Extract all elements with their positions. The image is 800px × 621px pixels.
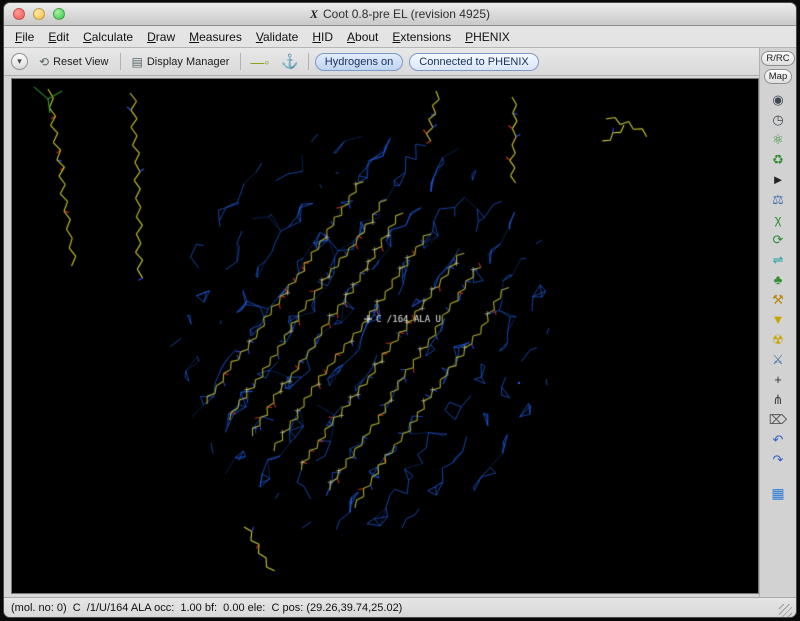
alt-conf-icon[interactable]: ⋔ [766, 390, 790, 409]
menubar: File Edit Calculate Draw Measures Valida… [4, 26, 796, 48]
add-atom-icon[interactable]: + [766, 370, 790, 389]
x11-logo-icon: X [310, 7, 318, 21]
map-button[interactable]: Map [764, 69, 792, 84]
status-text: (mol. no: 0) C /1/U/164 ALA occ: 1.00 bf… [11, 602, 402, 614]
regularize-icon[interactable]: ⚖ [766, 190, 790, 209]
menu-draw[interactable]: Draw [140, 28, 182, 46]
display-manager-label: Display Manager [147, 56, 230, 68]
menu-file[interactable]: File [8, 28, 41, 46]
toolbar-separator [308, 53, 309, 70]
measure-tool-button[interactable]: —◦ [247, 53, 272, 71]
zoom-button[interactable] [53, 8, 65, 20]
reset-view-icon: ⟲ [39, 55, 49, 69]
menu-measures[interactable]: Measures [182, 28, 249, 46]
desktop: X Coot 0.8-pre EL (revision 4925) File Ed… [0, 0, 800, 621]
menu-validate[interactable]: Validate [249, 28, 306, 46]
toolbar-collapse-button[interactable]: ▾ [11, 53, 28, 70]
anchor-tool-button[interactable]: ⚓ [278, 52, 301, 71]
content-row: ▾ ⟲ Reset View ▤ Display Manager —◦ [4, 48, 796, 597]
titlebar[interactable]: X Coot 0.8-pre EL (revision 4925) [4, 3, 796, 26]
toolbar-separator [120, 53, 121, 70]
hydrogens-toggle-button[interactable]: Hydrogens on [315, 53, 404, 71]
rotate-translate-icon[interactable]: ⟳ [766, 230, 790, 249]
right-toolbar: R/RC Map ◉ ◷ ⚛ ♻ ► ⚖ χ ⟳ ⇌ ♣ ⚒ ▼ ☢ ⚔ [759, 48, 796, 597]
redo-icon[interactable]: ↷ [766, 450, 790, 469]
mutate-icon[interactable]: ▼ [766, 310, 790, 329]
molecule-icon[interactable]: ⚛ [766, 130, 790, 149]
resize-grip[interactable] [779, 604, 792, 617]
phenix-connection-button[interactable]: Connected to PHENIX [409, 53, 538, 71]
canvas-outer [4, 76, 759, 597]
display-manager-icon: ▤ [132, 55, 143, 69]
window-title-text: Coot 0.8-pre EL (revision 4925) [323, 7, 490, 21]
rotamers-icon[interactable]: ♣ [766, 270, 790, 289]
run-refmac-radiation-icon[interactable]: ☢ [766, 330, 790, 349]
menu-about[interactable]: About [340, 28, 385, 46]
coot-window: X Coot 0.8-pre EL (revision 4925) File Ed… [3, 2, 797, 618]
chi-angles-icon[interactable]: χ [766, 210, 790, 229]
canvas-frame [11, 78, 759, 594]
main-toolbar: ▾ ⟲ Reset View ▤ Display Manager —◦ [4, 48, 759, 76]
traffic-lights [13, 8, 65, 20]
real-space-refine-icon[interactable]: ♻ [766, 150, 790, 169]
display-colors-icon[interactable]: ▦ [766, 484, 790, 503]
menu-edit[interactable]: Edit [41, 28, 76, 46]
close-button[interactable] [13, 8, 25, 20]
reset-view-label: Reset View [53, 56, 108, 68]
sphere-view-icon[interactable]: ◉ [766, 90, 790, 109]
menu-extensions[interactable]: Extensions [385, 28, 458, 46]
window-title: X Coot 0.8-pre EL (revision 4925) [4, 7, 796, 22]
clock-icon[interactable]: ◷ [766, 110, 790, 129]
auto-fit-rotamer-icon[interactable]: ⇌ [766, 250, 790, 269]
molecular-viewport[interactable] [12, 79, 758, 593]
statusbar: (mol. no: 0) C /1/U/164 ALA occ: 1.00 bf… [4, 597, 796, 617]
left-column: ▾ ⟲ Reset View ▤ Display Manager —◦ [4, 48, 759, 597]
menu-hid[interactable]: HID [305, 28, 340, 46]
cut-tool-icon[interactable]: ⚔ [766, 350, 790, 369]
delete-icon[interactable]: ⌦ [766, 410, 790, 429]
anchor-icon: ⚓ [281, 53, 298, 69]
menu-phenix[interactable]: PHENIX [458, 28, 517, 46]
menu-calculate[interactable]: Calculate [76, 28, 140, 46]
ring-line-icon: —◦ [250, 54, 269, 70]
accept-reject-icon[interactable]: ► [766, 170, 790, 189]
rail-icons: ◉ ◷ ⚛ ♻ ► ⚖ χ ⟳ ⇌ ♣ ⚒ ▼ ☢ ⚔ + ⋔ ⌦ [766, 90, 790, 503]
undo-icon[interactable]: ↶ [766, 430, 790, 449]
rrc-button[interactable]: R/RC [761, 51, 794, 66]
minimize-button[interactable] [33, 8, 45, 20]
toolbar-separator [240, 53, 241, 70]
edit-backbone-icon[interactable]: ⚒ [766, 290, 790, 309]
display-manager-button[interactable]: ▤ Display Manager [127, 52, 235, 72]
reset-view-button[interactable]: ⟲ Reset View [34, 52, 114, 72]
